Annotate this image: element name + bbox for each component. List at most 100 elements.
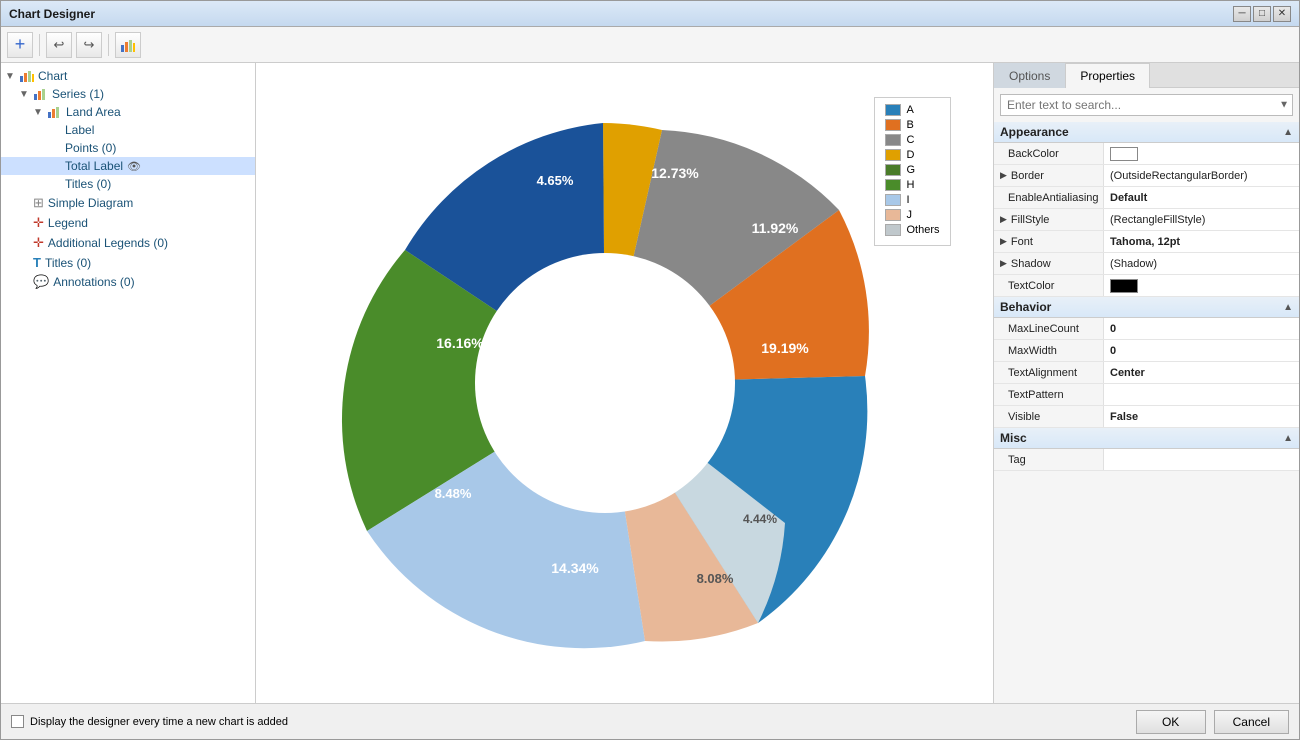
legend-item-c: C — [885, 134, 939, 146]
add-legends-icon: ✛ — [33, 235, 44, 251]
prop-tag-name: Tag — [994, 449, 1104, 470]
annotations-label: Annotations (0) — [53, 275, 134, 289]
section-appearance-header[interactable]: Appearance ▲ — [994, 122, 1299, 143]
tree-item-chart[interactable]: ▼ Chart — [1, 67, 255, 85]
tree-item-legend[interactable]: ✛ Legend — [1, 213, 255, 233]
search-box: ▼ — [1000, 94, 1293, 116]
tree-item-land-area[interactable]: ▼ Land Area — [1, 103, 255, 121]
bottom-bar: Display the designer every time a new ch… — [1, 703, 1299, 739]
border-expand-arrow: ▶ — [1000, 170, 1007, 181]
cancel-button[interactable]: Cancel — [1214, 710, 1289, 734]
prop-font-value[interactable]: Tahoma, 12pt — [1104, 231, 1299, 252]
add-button[interactable]: + — [7, 32, 33, 58]
legend-item-g: G — [885, 164, 939, 176]
chart-area: 19.19% 11.92% 12.73% 4.65% 16.16% 8.48% … — [256, 63, 994, 703]
prop-border-value[interactable]: (OutsideRectangularBorder) — [1104, 165, 1299, 186]
tree-item-additional-legends[interactable]: ✛ Additional Legends (0) — [1, 233, 255, 253]
prop-back-color-value[interactable] — [1104, 143, 1299, 164]
series-node-label: Series (1) — [52, 87, 104, 101]
legend-color-b — [885, 119, 901, 131]
collapse-behavior-icon: ▲ — [1283, 302, 1293, 313]
back-color-swatch[interactable] — [1110, 147, 1138, 161]
prop-antialiasing-value: Default — [1104, 187, 1299, 208]
tree: ▼ Chart ▼ — [1, 63, 255, 296]
prop-tag-value[interactable] — [1104, 449, 1299, 470]
minimize-button[interactable]: ─ — [1233, 6, 1251, 22]
legend-item-i: I — [885, 194, 939, 206]
prop-antialiasing-name: EnableAntialiasing — [994, 187, 1104, 208]
prop-shadow: ▶Shadow (Shadow) — [994, 253, 1299, 275]
section-behavior: Behavior ▲ MaxLineCount 0 MaxWidth 0 Tex… — [994, 297, 1299, 428]
prop-textpattern-name: TextPattern — [994, 384, 1104, 405]
legend-label-i: I — [906, 194, 909, 206]
legend-item-d: D — [885, 149, 939, 161]
simple-diagram-icon: ⊞ — [33, 195, 44, 211]
close-button[interactable]: ✕ — [1273, 6, 1291, 22]
redo-button[interactable]: ↪ — [76, 32, 102, 58]
tree-item-titles-land[interactable]: Titles (0) — [1, 175, 255, 193]
section-behavior-label: Behavior — [1000, 300, 1051, 314]
prop-textpattern-value[interactable] — [1104, 384, 1299, 405]
tree-item-label-node[interactable]: Label — [1, 121, 255, 139]
expand-icon-land: ▼ — [33, 107, 47, 118]
prop-textcolor-name: TextColor — [994, 275, 1104, 296]
ok-button[interactable]: OK — [1136, 710, 1206, 734]
tree-item-total-label[interactable]: Total Label 👁 — [1, 157, 255, 175]
undo-button[interactable]: ↩ — [46, 32, 72, 58]
pct-h: 8.48% — [434, 486, 471, 501]
properties-content: Appearance ▲ BackColor ▶Border (Outside — [994, 122, 1299, 703]
chart-node-icon — [19, 69, 35, 83]
expand-icon-series: ▼ — [19, 89, 33, 100]
legend-node-label: Legend — [48, 216, 88, 230]
section-appearance-label: Appearance — [1000, 125, 1069, 139]
tree-item-annotations[interactable]: 💬 Annotations (0) — [1, 272, 255, 292]
prop-fillstyle-value[interactable]: (RectangleFillStyle) — [1104, 209, 1299, 230]
simple-diagram-label: Simple Diagram — [48, 196, 133, 210]
chart-node-label: Chart — [38, 69, 67, 83]
shadow-expand-arrow: ▶ — [1000, 258, 1007, 269]
legend-label-j: J — [906, 209, 912, 221]
legend-item-others: Others — [885, 224, 939, 236]
tab-options[interactable]: Options — [994, 63, 1065, 88]
maximize-button[interactable]: □ — [1253, 6, 1271, 22]
fillstyle-expand-arrow: ▶ — [1000, 214, 1007, 225]
eye-icon[interactable]: 👁 — [127, 160, 141, 173]
pct-c: 12.73% — [651, 165, 699, 181]
prop-border: ▶Border (OutsideRectangularBorder) — [994, 165, 1299, 187]
tree-item-series[interactable]: ▼ Series (1) — [1, 85, 255, 103]
legend-color-h — [885, 179, 901, 191]
legend-item-j: J — [885, 209, 939, 221]
pct-others: 4.44% — [742, 512, 776, 526]
tree-item-titles-root[interactable]: T Titles (0) — [1, 253, 255, 272]
prop-shadow-value[interactable]: (Shadow) — [1104, 253, 1299, 274]
prop-textalignment: TextAlignment Center — [994, 362, 1299, 384]
section-appearance: Appearance ▲ BackColor ▶Border (Outside — [994, 122, 1299, 297]
prop-antialiasing: EnableAntialiasing Default — [994, 187, 1299, 209]
donut-chart: 19.19% 11.92% 12.73% 4.65% 16.16% 8.48% … — [285, 83, 925, 673]
prop-back-color-name: BackColor — [994, 143, 1104, 164]
separator-1 — [39, 34, 40, 56]
series-node-icon — [33, 87, 49, 101]
tree-item-simple-diagram[interactable]: ⊞ Simple Diagram — [1, 193, 255, 213]
annotations-icon: 💬 — [33, 274, 49, 290]
titles-root-icon: T — [33, 255, 41, 270]
tree-item-points[interactable]: Points (0) — [1, 139, 255, 157]
bottom-bar-right: OK Cancel — [1136, 710, 1289, 734]
prop-visible: Visible False — [994, 406, 1299, 428]
designer-checkbox[interactable] — [11, 715, 24, 728]
chart-button[interactable] — [115, 32, 141, 58]
prop-back-color: BackColor — [994, 143, 1299, 165]
pct-a: 19.19% — [761, 340, 809, 356]
chart-icon — [120, 37, 136, 53]
prop-maxwidth: MaxWidth 0 — [994, 340, 1299, 362]
search-input[interactable] — [1000, 94, 1293, 116]
prop-textcolor-value[interactable] — [1104, 275, 1299, 296]
text-color-swatch[interactable] — [1110, 279, 1138, 293]
section-behavior-header[interactable]: Behavior ▲ — [994, 297, 1299, 318]
designer-checkbox-label: Display the designer every time a new ch… — [30, 716, 288, 728]
legend-label-g: G — [906, 164, 915, 176]
pct-g: 16.16% — [436, 335, 484, 351]
tab-properties[interactable]: Properties — [1065, 63, 1150, 88]
legend-color-c — [885, 134, 901, 146]
section-misc-header[interactable]: Misc ▲ — [994, 428, 1299, 449]
